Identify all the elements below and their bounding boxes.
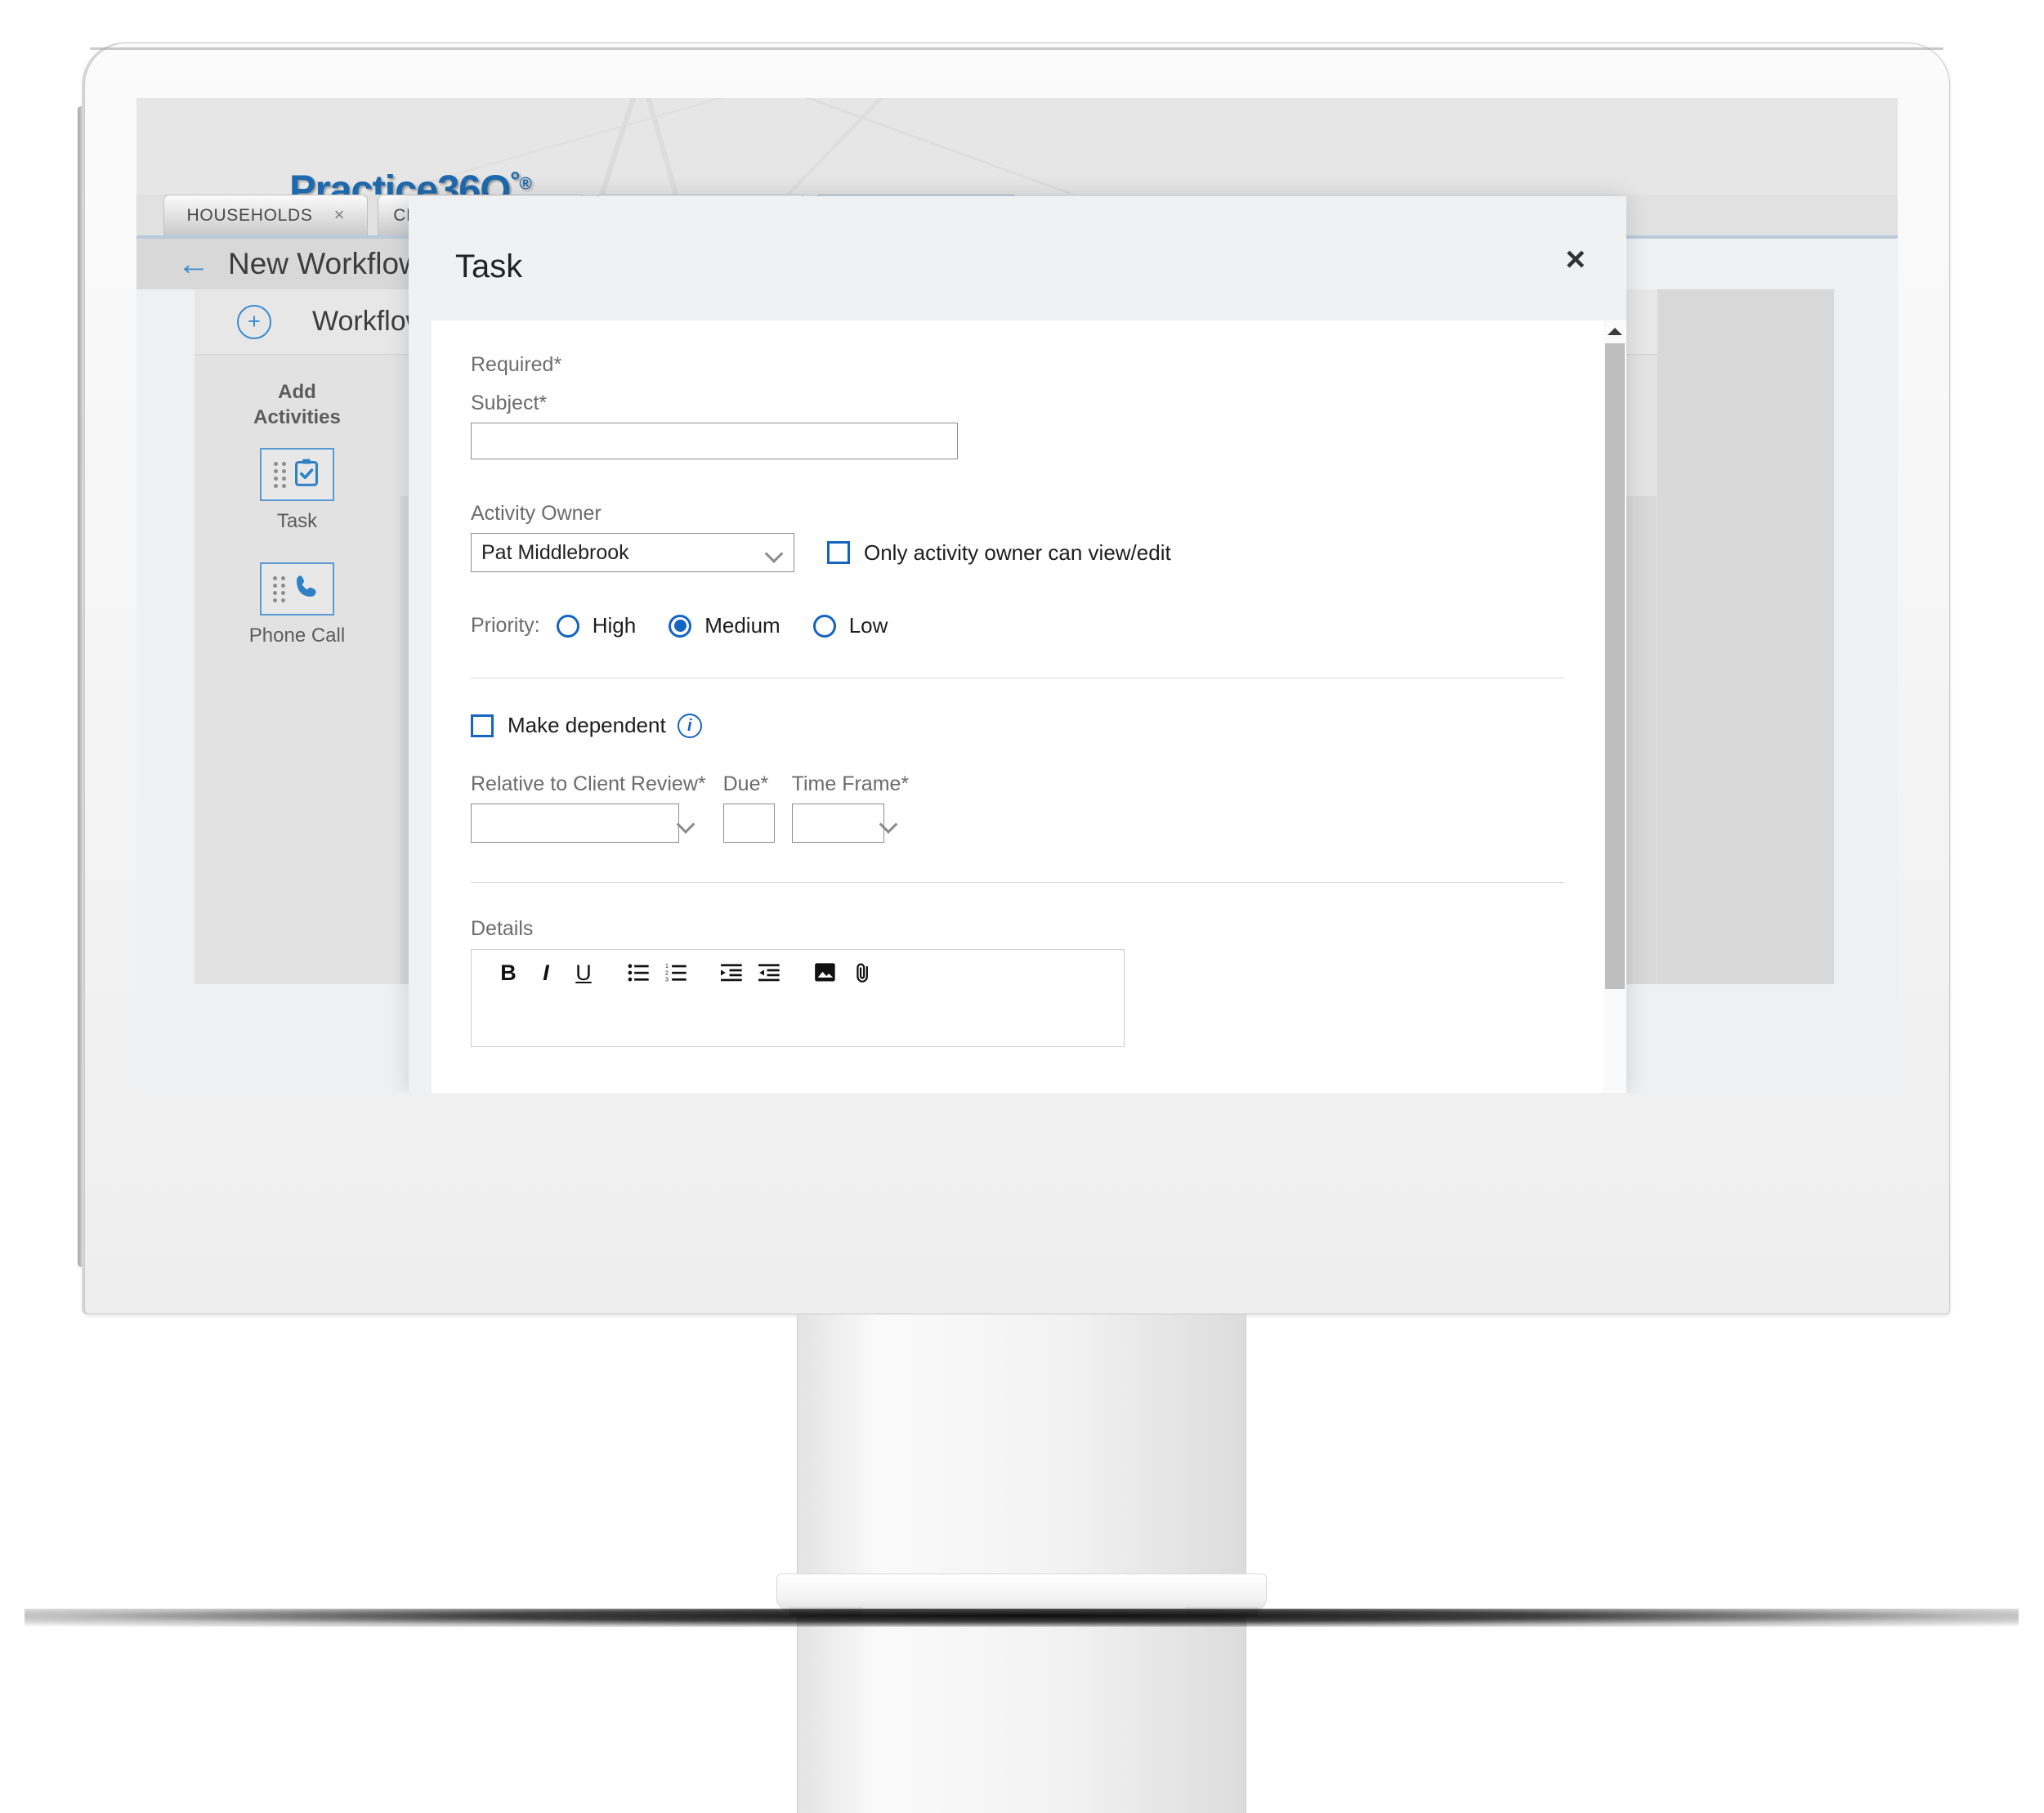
activity-owner-value: Pat Middlebrook — [481, 540, 629, 564]
priority-radio-high[interactable]: High — [556, 613, 637, 638]
form-divider-2 — [471, 882, 1564, 883]
floor-shadow — [25, 1609, 2019, 1627]
details-label: Details — [471, 917, 534, 940]
radio-icon[interactable] — [669, 614, 692, 638]
time-frame-label: Time Frame* — [791, 772, 910, 795]
priority-label: Low — [848, 613, 888, 638]
bullet-list-icon[interactable] — [620, 954, 658, 992]
monitor-bezel-highlight — [90, 47, 1943, 50]
time-frame-field: Time Frame* — [791, 772, 910, 843]
priority-radio-medium[interactable]: Medium — [669, 613, 780, 638]
chevron-down-icon — [679, 818, 695, 827]
relative-to-select[interactable] — [471, 804, 679, 843]
add-activities-sidebar: Add Activities Task Phone Call — [195, 356, 400, 984]
priority-label: High — [592, 613, 637, 638]
sidebar-title: Add Activities — [195, 380, 400, 430]
activity-owner-label: Activity Owner — [471, 502, 602, 525]
owner-only-checkbox[interactable] — [827, 541, 850, 564]
attach-file-icon[interactable] — [844, 954, 882, 992]
due-input[interactable] — [722, 804, 775, 843]
svg-text:3: 3 — [665, 978, 669, 983]
modal-title: Task — [455, 248, 523, 284]
task-form: Required* Subject* Activity Owner Pat Mi… — [432, 320, 1603, 1047]
indent-icon[interactable] — [713, 954, 751, 992]
task-modal: Task × Required* Subject* Activity Owner… — [409, 196, 1626, 1093]
logo-zero: O — [480, 168, 511, 195]
sidebar-item-task[interactable]: Task — [195, 448, 400, 533]
underline-icon[interactable]: U — [565, 954, 602, 992]
logo-degree: ° — [510, 166, 520, 195]
make-dependent-checkbox[interactable] — [471, 714, 494, 737]
priority-row: Priority: High Medium Low — [471, 613, 1564, 638]
radio-icon[interactable] — [812, 614, 836, 638]
logo-registered: ® — [519, 174, 532, 194]
activity-owner-select[interactable]: Pat Middlebrook — [471, 533, 794, 572]
details-rich-text-editor[interactable]: B I U 1 2 3 — [471, 949, 1125, 1047]
sidebar-item-label: Phone Call — [248, 624, 346, 647]
insert-image-icon[interactable] — [807, 954, 844, 992]
owner-only-label: Only activity owner can view/edit — [864, 539, 1171, 565]
phone-activity-card[interactable] — [260, 562, 334, 616]
editor-toolbar: B I U 1 2 3 — [472, 950, 1124, 996]
scroll-up-arrow-icon[interactable] — [1603, 320, 1626, 342]
page-title: New Workflow — [228, 247, 421, 280]
svg-text:1: 1 — [665, 964, 669, 969]
make-dependent-row[interactable]: Make dependent i — [471, 713, 1564, 738]
tab-close-icon[interactable]: × — [334, 204, 345, 226]
relative-to-field: Relative to Client Review* — [471, 772, 706, 843]
modal-scroll-area: Required* Subject* Activity Owner Pat Mi… — [432, 320, 1603, 1093]
logo-text: Practice36 — [289, 168, 481, 195]
due-field: Due* — [722, 772, 775, 843]
chevron-down-icon — [882, 818, 897, 827]
priority-caption: Priority: — [471, 614, 540, 637]
bold-icon[interactable]: B — [490, 954, 527, 992]
time-frame-select-wrap — [791, 804, 910, 843]
activity-owner-select-wrap: Pat Middlebrook — [471, 533, 794, 572]
screen-viewport: ← New Workflow + Workflow Add Activities — [136, 98, 1898, 1093]
owner-only-checkbox-group[interactable]: Only activity owner can view/edit — [827, 540, 1171, 566]
sidebar-title-line1: Add — [278, 381, 316, 403]
scrollbar-thumb[interactable] — [1605, 343, 1625, 989]
dependency-fields-row: Relative to Client Review* Due* Time Fra… — [471, 772, 1564, 843]
monitor-stand-base — [776, 1574, 1267, 1610]
relative-to-label: Relative to Client Review* — [471, 772, 706, 795]
radio-icon[interactable] — [556, 614, 579, 638]
activity-owner-row: Pat Middlebrook Only activity owner can … — [471, 533, 1564, 572]
sidebar-title-line2: Activities — [253, 405, 341, 428]
sidebar-item-label: Task — [276, 510, 318, 533]
tab-households[interactable]: HOUSEHOLDS × — [163, 195, 368, 235]
phone-icon — [292, 572, 321, 606]
workflow-add-icon[interactable]: + — [237, 304, 271, 339]
monitor-stand-neck — [797, 1314, 1246, 1813]
time-frame-select[interactable] — [791, 804, 884, 843]
form-spacer — [471, 459, 1564, 502]
tab-label: HOUSEHOLDS — [186, 205, 313, 225]
clipboard-check-icon — [293, 458, 320, 491]
sidebar-item-phone-call[interactable]: Phone Call — [195, 562, 400, 647]
app-logo[interactable]: Practice36O°® — [289, 166, 532, 195]
outdent-icon[interactable] — [751, 954, 789, 992]
required-note: Required* — [471, 353, 562, 376]
drag-handle-icon[interactable] — [274, 461, 286, 488]
make-dependent-label: Make dependent — [508, 713, 666, 737]
info-icon[interactable]: i — [677, 713, 702, 738]
modal-scrollbar[interactable] — [1603, 320, 1626, 1093]
svg-text:2: 2 — [665, 970, 669, 976]
due-label: Due* — [722, 772, 769, 795]
numbered-list-icon[interactable]: 1 2 3 — [658, 954, 695, 992]
task-activity-card[interactable] — [260, 448, 334, 502]
priority-radio-low[interactable]: Low — [812, 613, 888, 638]
app-header: Practice36O°® SEARCH: GO▸ GET A QUOTE: G… — [136, 98, 1898, 195]
drag-handle-icon[interactable] — [273, 575, 285, 602]
relative-to-select-wrap — [471, 804, 706, 843]
subject-label: Subject* — [471, 392, 548, 414]
back-arrow-icon[interactable]: ← — [177, 248, 210, 280]
close-icon[interactable]: × — [1565, 242, 1586, 276]
subject-input[interactable] — [471, 423, 958, 459]
priority-label: Medium — [704, 613, 780, 638]
italic-icon[interactable]: I — [527, 954, 565, 992]
ghost-strip-right — [1657, 289, 1834, 984]
